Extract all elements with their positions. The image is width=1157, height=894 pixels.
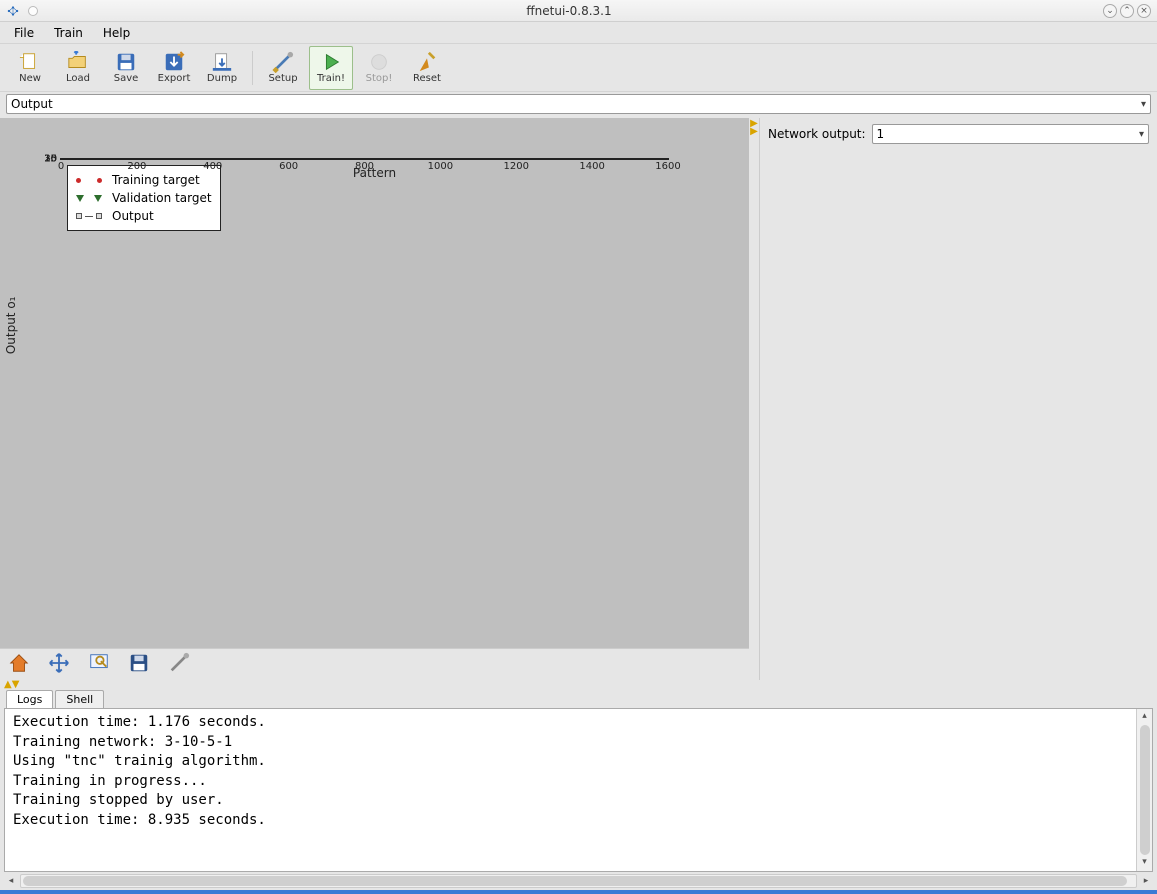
scroll-up-icon[interactable]: ▴ [1142,711,1147,723]
tools-icon [272,51,294,73]
toolbar-separator [252,51,253,85]
dump-button[interactable]: Dump [200,46,244,90]
view-selector-value: Output [11,97,53,111]
stop-label: Stop! [366,73,393,84]
save-label: Save [114,73,139,84]
y-tick: 35 [44,154,57,165]
x-tick: 800 [355,161,374,172]
view-selector-bar: Output ▾ [0,92,1157,118]
legend-output: Output [112,209,154,223]
menubar: File Train Help [0,22,1157,44]
dump-icon [211,51,233,73]
splitter-arrow-icon: ▲ [4,681,12,689]
config-icon[interactable] [168,652,190,677]
close-button[interactable]: × [1137,4,1151,18]
zoom-icon[interactable] [88,652,110,677]
plot-panel: Output o₁ Training target Validation tar… [0,118,749,680]
titlebar-dot-icon [28,6,38,16]
train-label: Train! [317,73,345,84]
app-icon [6,4,20,18]
splitter-arrow-icon: ▼ [12,681,20,689]
menu-file[interactable]: File [6,24,42,42]
dump-label: Dump [207,73,237,84]
save-plot-icon[interactable] [128,652,150,677]
reset-button[interactable]: Reset [405,46,449,90]
export-icon [163,51,185,73]
setup-label: Setup [268,73,297,84]
plot-canvas[interactable]: Training target Validation target Output… [60,158,669,160]
stop-button: Stop! [357,46,401,90]
bottom-panel: Logs Shell Execution time: 1.176 seconds… [0,690,1157,890]
scrollbar-thumb[interactable] [1140,725,1150,855]
window-titlebar: ffnetui-0.8.3.1 ⌄ ⌃ × [0,0,1157,22]
maximize-button[interactable]: ⌃ [1120,4,1134,18]
scroll-down-icon[interactable]: ▾ [1142,857,1147,869]
log-output[interactable]: Execution time: 1.176 seconds. Training … [5,709,1136,871]
x-tick: 600 [279,161,298,172]
load-label: Load [66,73,90,84]
new-label: New [19,73,41,84]
minimize-button[interactable]: ⌄ [1103,4,1117,18]
setup-button[interactable]: Setup [261,46,305,90]
log-horizontal-scrollbar[interactable] [20,874,1137,888]
stop-icon [368,51,390,73]
chevron-down-icon: ▾ [1141,99,1146,110]
x-tick: 1000 [428,161,453,172]
plot-nav-toolbar [0,648,749,680]
export-button[interactable]: Export [152,46,196,90]
chevron-down-icon: ▾ [1139,129,1144,140]
log-vertical-scrollbar[interactable]: ▴ ▾ [1136,709,1152,871]
legend-validation-target: Validation target [112,191,212,205]
menu-help[interactable]: Help [95,24,138,42]
x-tick: 1200 [504,161,529,172]
menu-train[interactable]: Train [46,24,91,42]
side-panel: Network output: 1 ▾ [759,118,1157,680]
scroll-right-icon[interactable]: ▸ [1139,876,1153,886]
open-folder-icon [67,51,89,73]
save-button[interactable]: Save [104,46,148,90]
x-tick: 400 [203,161,222,172]
vertical-splitter[interactable]: ▲ ▼ [0,680,1157,690]
save-floppy-icon [115,51,137,73]
play-icon [320,51,342,73]
home-icon[interactable] [8,652,30,677]
x-tick: 1400 [579,161,604,172]
tab-shell[interactable]: Shell [55,690,104,708]
reset-label: Reset [413,73,441,84]
main-toolbar: New Load Save Export Dump Setup Train! S… [0,44,1157,92]
status-bar [0,890,1157,894]
new-file-icon [19,51,41,73]
broom-icon [416,51,438,73]
scroll-left-icon[interactable]: ◂ [4,876,18,886]
scrollbar-thumb[interactable] [23,876,1127,886]
horizontal-splitter[interactable]: ▶ ▶ [749,118,759,680]
window-title: ffnetui-0.8.3.1 [38,4,1100,18]
export-label: Export [158,73,191,84]
x-tick: 0 [58,161,64,172]
bottom-tabs: Logs Shell [0,690,1157,708]
y-axis-label: Output o₁ [4,297,18,355]
x-tick: 200 [127,161,146,172]
x-tick: 1600 [655,161,680,172]
load-button[interactable]: Load [56,46,100,90]
train-button[interactable]: Train! [309,46,353,90]
network-output-label: Network output: [768,127,866,141]
move-icon[interactable] [48,652,70,677]
network-output-combo[interactable]: 1 ▾ [872,124,1149,144]
new-button[interactable]: New [8,46,52,90]
network-output-value: 1 [877,127,885,141]
splitter-arrow-icon: ▶ [750,128,758,136]
tab-logs[interactable]: Logs [6,690,53,708]
view-selector-combo[interactable]: Output ▾ [6,94,1151,114]
legend-training-target: Training target [112,173,200,187]
plot-legend: Training target Validation target Output [67,165,221,231]
